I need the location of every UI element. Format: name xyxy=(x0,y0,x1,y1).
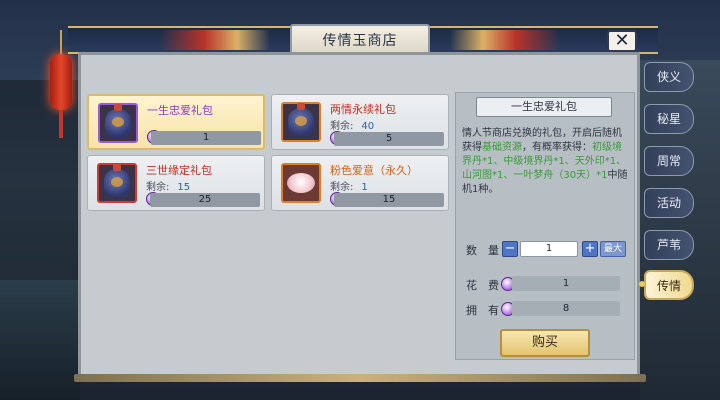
item-remaining-count: 1 xyxy=(361,182,368,193)
tab-mixing[interactable]: 秘星 xyxy=(644,104,694,134)
cost-value: 1 xyxy=(512,276,620,291)
lantern-icon xyxy=(50,54,72,110)
item-detail-panel: 一生忠爱礼包 情人节商店兑换的礼包，开启后随机获得基础资源，有概率获得：初级境界… xyxy=(455,92,635,360)
owned-label: 拥 有 xyxy=(466,304,499,317)
detail-description: 情人节商店兑换的礼包，开启后随机获得基础资源，有概率获得：初级境界丹*1、中级境… xyxy=(462,127,630,197)
quantity-max-button[interactable]: 最大 xyxy=(600,241,626,257)
item-name: 粉色爱意（永久） xyxy=(330,164,418,177)
item-name: 一生忠爱礼包 xyxy=(147,104,213,117)
header-ornament-right xyxy=(450,30,560,50)
item-remaining-label: 剩余: xyxy=(146,182,170,193)
item-name: 两情永续礼包 xyxy=(330,103,396,116)
item-remaining-label: 剩余: xyxy=(330,121,354,132)
tab-zhouchang[interactable]: 周常 xyxy=(644,146,694,176)
gift-bag-icon xyxy=(104,164,130,197)
quantity-minus-button[interactable]: − xyxy=(502,241,518,257)
owned-value: 8 xyxy=(512,301,620,316)
item-remaining-label: 剩余: xyxy=(330,182,354,193)
item-icon-frame xyxy=(97,163,137,203)
background-water xyxy=(0,280,80,400)
gift-bag-icon xyxy=(288,103,314,136)
shop-item-card[interactable]: 粉色爱意（永久） 剩余: 1 15 xyxy=(271,155,449,211)
item-name: 三世缘定礼包 xyxy=(146,164,212,177)
item-remaining-count: 15 xyxy=(177,182,191,193)
detail-title: 一生忠爱礼包 xyxy=(476,97,612,117)
active-tab-indicator xyxy=(639,281,645,287)
item-price-bar: 15 xyxy=(334,193,444,207)
gift-bag-icon xyxy=(105,104,131,137)
pink-hat-icon xyxy=(287,173,315,193)
buy-button[interactable]: 购买 xyxy=(500,329,590,357)
item-remaining: 剩余: 1 xyxy=(330,178,368,193)
tab-xiayi[interactable]: 侠义 xyxy=(644,62,694,92)
tab-luwei[interactable]: 芦苇 xyxy=(644,230,694,260)
quantity-input[interactable]: 1 xyxy=(520,241,578,257)
item-price: 1 xyxy=(202,132,210,143)
tab-huodong[interactable]: 活动 xyxy=(644,188,694,218)
shop-item-card[interactable]: 三世缘定礼包 剩余: 15 25 xyxy=(87,155,265,211)
lantern-tassel xyxy=(59,110,63,138)
lantern-string xyxy=(60,30,62,56)
quantity-label: 数 量 xyxy=(466,244,499,257)
cost-label: 花 费 xyxy=(466,279,499,292)
item-remaining: 剩余: 40 xyxy=(330,117,374,132)
shop-item-card[interactable]: 两情永续礼包 剩余: 40 5 xyxy=(271,94,449,150)
item-icon-frame xyxy=(281,163,321,203)
item-price-bar: 25 xyxy=(150,193,260,207)
item-price-bar: 5 xyxy=(334,132,444,146)
item-icon-frame xyxy=(98,103,138,143)
item-remaining-count: 40 xyxy=(361,121,375,132)
header-ornament-left xyxy=(160,30,270,50)
item-price: 25 xyxy=(198,194,212,205)
close-button[interactable]: ✕ xyxy=(607,30,637,52)
panel-bottom-trim xyxy=(74,374,646,382)
item-price: 15 xyxy=(382,194,396,205)
item-remaining: 剩余: 15 xyxy=(146,178,190,193)
quantity-plus-button[interactable]: + xyxy=(582,241,598,257)
detail-desc-text: ，有概率获得： xyxy=(522,142,592,153)
tab-chuanqing[interactable]: 传情 xyxy=(644,270,694,300)
item-icon-frame xyxy=(281,102,321,142)
shop-item-card[interactable]: 一生忠爱礼包 1 xyxy=(87,94,265,150)
window-title: 传情玉商店 xyxy=(322,33,398,49)
item-price: 5 xyxy=(385,133,393,144)
close-icon: ✕ xyxy=(614,30,630,51)
item-price-bar: 1 xyxy=(151,131,261,145)
detail-desc-highlight: 基础资源 xyxy=(482,142,522,153)
